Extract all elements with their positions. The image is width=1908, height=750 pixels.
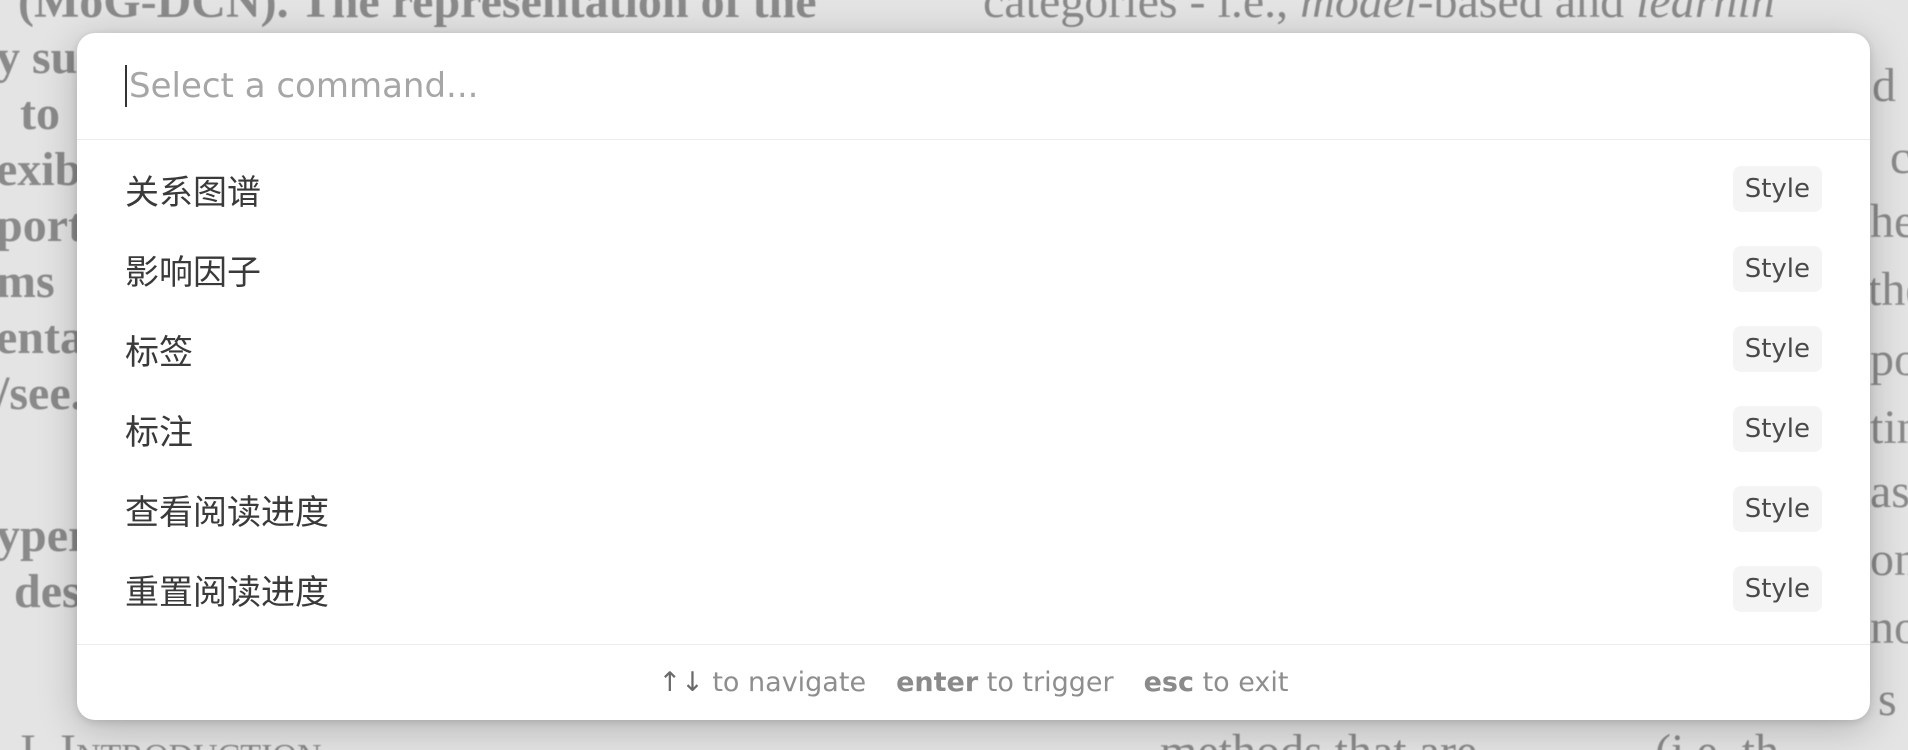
- command-item-badge: Style: [1732, 566, 1822, 612]
- command-item-badge: Style: [1732, 326, 1822, 372]
- command-item-annotations[interactable]: 标注 Style: [77, 389, 1870, 469]
- command-item-label: 重置阅读进度: [125, 572, 329, 613]
- command-search-input[interactable]: [125, 65, 1731, 107]
- enter-key-label: enter: [896, 667, 979, 698]
- command-item-reset-reading-progress[interactable]: 重置阅读进度 Style: [77, 549, 1870, 629]
- command-list: 关系图谱 Style 影响因子 Style 标签 Style 标注 Style …: [77, 140, 1870, 629]
- trigger-hint-text: to trigger: [986, 667, 1114, 698]
- navigate-hint-text: to navigate: [712, 667, 867, 698]
- command-item-badge: Style: [1732, 486, 1822, 532]
- command-item-badge: Style: [1732, 246, 1822, 292]
- command-item-label: 查看阅读进度: [125, 492, 329, 533]
- command-item-view-reading-progress[interactable]: 查看阅读进度 Style: [77, 469, 1870, 549]
- command-item-badge: Style: [1732, 166, 1822, 212]
- trigger-hint: enter to trigger: [896, 667, 1114, 698]
- command-item-label: 关系图谱: [125, 172, 261, 213]
- keyboard-hints-footer: ↑↓ to navigate enter to trigger esc to e…: [77, 644, 1870, 720]
- command-item-label: 影响因子: [125, 252, 261, 293]
- up-down-arrow-icon: ↑↓: [658, 667, 704, 698]
- command-item-badge: Style: [1732, 406, 1822, 452]
- esc-key-label: esc: [1143, 667, 1194, 698]
- command-item-tags[interactable]: 标签 Style: [77, 309, 1870, 389]
- command-item-label: 标签: [125, 332, 193, 373]
- command-palette: 关系图谱 Style 影响因子 Style 标签 Style 标注 Style …: [77, 33, 1870, 720]
- command-item-label: 标注: [125, 412, 193, 453]
- command-search-row: [77, 33, 1870, 140]
- exit-hint: esc to exit: [1144, 667, 1289, 698]
- navigate-hint: ↑↓ to navigate: [659, 667, 867, 698]
- exit-hint-text: to exit: [1202, 667, 1289, 698]
- command-item-relation-graph[interactable]: 关系图谱 Style: [77, 149, 1870, 229]
- command-item-impact-factor[interactable]: 影响因子 Style: [77, 229, 1870, 309]
